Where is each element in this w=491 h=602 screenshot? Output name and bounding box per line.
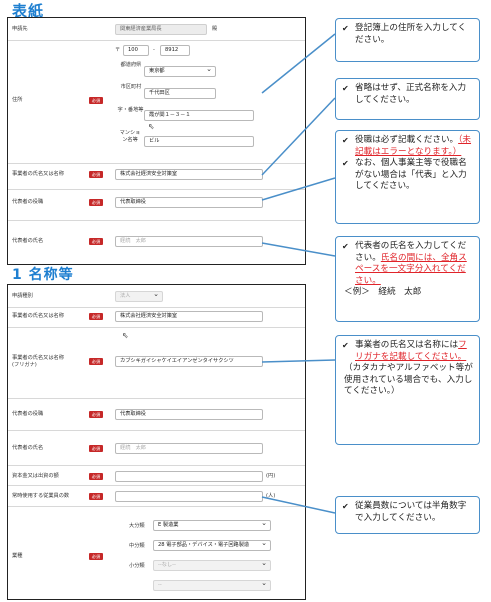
building-label: マンション名等 [119, 130, 141, 143]
middle-category-select[interactable]: 28 電子部品・デバイス・電子回路製造 [153, 540, 271, 551]
callout-official-name: 省略はせず、正式名称を入力してください。 [335, 78, 480, 120]
company-name-input[interactable]: 株式会社経済安全対策室 [115, 169, 263, 180]
callout-kana: 事業者の氏名又は名称にはフリガナを記載してください。 （カタカナやアルファベット… [335, 335, 480, 445]
rep-title-label: 代表者の役職 [12, 199, 44, 205]
required-badge: 必須 [89, 171, 103, 178]
minor-category-select[interactable]: --なし-- [153, 560, 271, 571]
required-badge: 必須 [89, 411, 103, 418]
callout-rep-name: 代表者の氏名を入力してください。氏名の間には、全角スペースを一文字分入れてくださ… [335, 236, 480, 322]
rep-name-label: 代表者の氏名 [12, 238, 44, 244]
callout-rep-title: 役職は必ず記載ください。（未記載はエラーとなります。） なお、個人事業主等で役職… [335, 130, 480, 224]
type-label: 申請種別 [12, 293, 33, 299]
shinsei-field: 関東経済産業局長 [115, 24, 207, 35]
postal-code-1-input[interactable]: 100 [123, 45, 149, 56]
required-badge: 必須 [89, 493, 103, 500]
mouse-cursor-icon: ⇖ [122, 331, 129, 340]
callout-address: 登記簿上の住所を入力してください。 [335, 18, 480, 62]
company-kana-input[interactable]: カブシキガイシャケイエイアンゼンタイサクシツ [115, 356, 263, 367]
shinsei-label: 申請先 [12, 26, 28, 32]
company-name-input[interactable]: 株式会社経済安全対策室 [115, 311, 263, 322]
capital-input[interactable] [115, 471, 263, 482]
capital-label: 資本金又は出資の額 [12, 473, 59, 479]
middle-category-label: 中分類 [129, 543, 145, 549]
detail-category-select[interactable]: -- [153, 580, 271, 591]
mouse-cursor-icon: ⇖ [148, 122, 155, 131]
postal-prefix: 〒 [115, 47, 121, 53]
street-input[interactable]: 霞が関１－３－１ [144, 110, 254, 121]
prefecture-select[interactable]: 東京都 [144, 66, 216, 77]
employees-input[interactable] [115, 491, 263, 502]
required-badge: 必須 [89, 199, 103, 206]
name-form: 申請種別 法人 事業者の氏名又は名称 必須 株式会社経済安全対策室 ⇖ 事業者の… [7, 284, 306, 600]
rep-name-input[interactable]: 経続 太郎 [115, 443, 263, 454]
required-badge: 必須 [89, 553, 103, 560]
prefecture-label: 都道府県 [120, 62, 142, 68]
postal-code-2-input[interactable]: 8912 [160, 45, 190, 56]
major-category-select[interactable]: E 製造業 [153, 520, 271, 531]
callout-employees: 従業員数については半角数字で入力してください。 [335, 496, 480, 534]
building-input[interactable]: ビル [144, 136, 254, 147]
kana-label: 事業者の氏名又は名称 (フリガナ) [12, 355, 64, 368]
major-category-label: 大分類 [129, 523, 145, 529]
rep-title-input[interactable]: 代表取締役 [115, 409, 263, 420]
employees-label: 常時使用する従業員の数 [12, 493, 70, 499]
required-badge: 必須 [89, 445, 103, 452]
company-label: 事業者の氏名又は名称 [12, 313, 64, 319]
address-label: 住所 [12, 97, 23, 103]
shinsei-suffix: 殿 [212, 26, 218, 32]
street-label: 字・番地等 [117, 107, 144, 113]
employees-unit: (人) [266, 493, 276, 499]
industry-label: 業種 [12, 553, 23, 559]
minor-category-label: 小分類 [129, 563, 145, 569]
rep-title-label: 代表者の役職 [12, 411, 44, 417]
required-badge: 必須 [89, 358, 103, 365]
required-badge: 必須 [89, 97, 103, 104]
city-label: 市区町村 [120, 84, 142, 90]
required-badge: 必須 [89, 238, 103, 245]
required-badge: 必須 [89, 473, 103, 480]
required-badge: 必須 [89, 313, 103, 320]
rep-name-input[interactable]: 経続 太郎 [115, 236, 263, 247]
cover-form: 申請先 関東経済産業局長 殿 住所 必須 〒 100 - 8912 都道府県 東… [7, 17, 306, 265]
rep-title-input[interactable]: 代表取締役 [115, 197, 263, 208]
type-select[interactable]: 法人 [115, 291, 163, 302]
capital-unit: (円) [266, 473, 276, 479]
rep-name-label: 代表者の氏名 [12, 445, 44, 451]
city-input[interactable]: 千代田区 [144, 88, 216, 99]
postal-dash: - [153, 47, 155, 53]
company-label: 事業者の氏名又は名称 [12, 171, 64, 177]
